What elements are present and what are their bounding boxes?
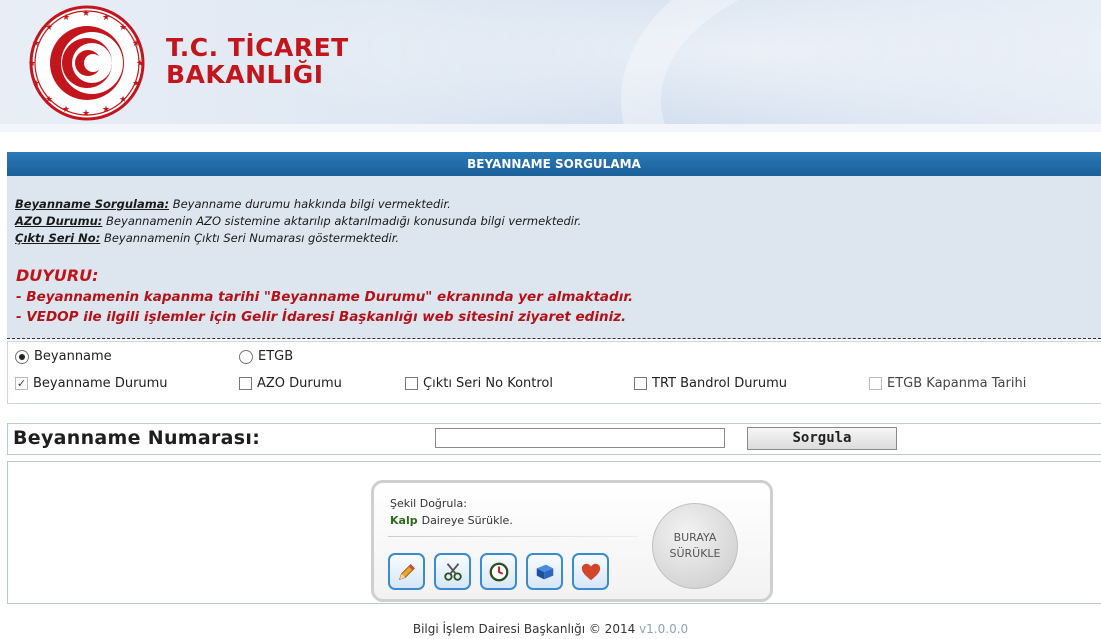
captcha-tile-pencil[interactable] <box>388 553 425 590</box>
captcha-tile-book[interactable] <box>526 553 563 590</box>
pencil-icon <box>398 563 415 580</box>
info-panel: Beyanname Sorgulama: Beyanname durumu ha… <box>7 176 1101 339</box>
checkbox-icon[interactable] <box>405 377 418 390</box>
info-term: Beyanname Sorgulama: <box>15 197 170 211</box>
svg-text:★: ★ <box>102 13 110 23</box>
brand-line-2: BAKANLIĞI <box>166 60 324 89</box>
svg-text:★: ★ <box>32 79 40 89</box>
radio-etgb[interactable]: ETGB <box>239 349 293 364</box>
info-desc: Beyanname durumu hakkında bilgi vermekte… <box>169 197 451 211</box>
announcement-line-1: - Beyannamenin kapanma tarihi "Beyanname… <box>16 289 634 305</box>
checkbox-label: Çıktı Seri No Kontrol <box>423 376 553 391</box>
captcha-target-text: Daireye Sürükle. <box>421 514 513 527</box>
checkbox-cikti-seri-no-kontrol[interactable]: Çıktı Seri No Kontrol <box>405 376 553 391</box>
svg-text:★: ★ <box>136 59 144 69</box>
svg-text:★: ★ <box>119 23 127 33</box>
checkbox-etgb-kapanma-tarihi: ETGB Kapanma Tarihi <box>869 376 1026 391</box>
info-desc: Beyannamenin AZO sistemine aktarılıp akt… <box>102 214 582 228</box>
book-icon <box>536 564 553 579</box>
captcha-drop-target[interactable]: BURAYA SÜRÜKLE <box>652 503 738 589</box>
svg-text:★: ★ <box>45 95 53 105</box>
checkbox-label: ETGB Kapanma Tarihi <box>887 376 1027 391</box>
brand-line-1: T.C. TİCARET <box>166 33 349 62</box>
checkbox-disabled-icon <box>869 377 882 390</box>
info-term: AZO Durumu: <box>15 214 103 228</box>
info-item-cikti-seri-no: Çıktı Seri No: Beyannamenin Çıktı Seri N… <box>15 231 399 245</box>
svg-text:★: ★ <box>119 95 127 105</box>
section-title-bar: BEYANNAME SORGULAMA <box>7 152 1101 176</box>
checkbox-icon[interactable] <box>239 377 252 390</box>
svg-text:★: ★ <box>102 105 110 115</box>
info-item-beyanname-sorgulama: Beyanname Sorgulama: Beyanname durumu ha… <box>15 197 451 211</box>
announcement-line-2: - VEDOP ile ilgili işlemler için Gelir İ… <box>16 309 627 325</box>
sorgula-button[interactable]: Sorgula <box>747 427 897 450</box>
scissors-icon <box>443 562 462 581</box>
radio-label: Beyanname <box>34 349 112 364</box>
captcha-tile-scissors[interactable] <box>434 553 471 590</box>
captcha-area: Şekil Doğrula: Kalp Daireye Sürükle. BUR… <box>7 461 1101 604</box>
checkbox-label: TRT Bandrol Durumu <box>652 376 787 391</box>
ministry-logo-icon: ★ ★ ★ ★ ★ ★ ★ ★ ★ ★ ★ ★ ★ ★ ★ ★ <box>28 5 145 121</box>
svg-text:★: ★ <box>45 23 53 33</box>
checkbox-label: AZO Durumu <box>257 376 342 391</box>
captcha-divider <box>388 536 638 537</box>
svg-text:★: ★ <box>28 59 36 69</box>
svg-text:★: ★ <box>132 79 140 89</box>
captcha-tile-heart[interactable] <box>572 553 609 590</box>
svg-text:★: ★ <box>82 109 90 119</box>
beyanname-number-label: Beyanname Numarası: <box>13 427 261 449</box>
ministry-name: T.C. TİCARET BAKANLIĞI <box>166 34 349 88</box>
svg-text:★: ★ <box>82 9 90 19</box>
radio-beyanname[interactable]: Beyanname <box>15 349 112 364</box>
svg-text:★: ★ <box>62 13 70 23</box>
radio-unselected-icon[interactable] <box>239 349 253 364</box>
shape-captcha: Şekil Doğrula: Kalp Daireye Sürükle. BUR… <box>371 480 773 602</box>
svg-text:★: ★ <box>32 39 40 49</box>
checkbox-checked-icon[interactable]: ✓ <box>15 377 28 390</box>
version-label: v1.0.0.0 <box>639 622 689 636</box>
checkbox-label: Beyanname Durumu <box>33 376 168 391</box>
info-item-azo-durumu: AZO Durumu: Beyannamenin AZO sistemine a… <box>15 214 581 228</box>
checkbox-trt-bandrol-durumu[interactable]: TRT Bandrol Durumu <box>634 376 787 391</box>
captcha-target: Kalp Daireye Sürükle. <box>390 514 513 527</box>
checkbox-beyanname-durumu[interactable]: ✓ Beyanname Durumu <box>15 376 168 391</box>
captcha-target-word: Kalp <box>390 514 418 527</box>
checkbox-azo-durumu[interactable]: AZO Durumu <box>239 376 342 391</box>
clock-icon <box>489 562 508 581</box>
search-bar: Beyanname Numarası: Sorgula <box>7 423 1101 455</box>
info-desc: Beyannamenin Çıktı Seri Numarası gösterm… <box>100 231 400 245</box>
site-header: ★ ★ ★ ★ ★ ★ ★ ★ ★ ★ ★ ★ ★ ★ ★ ★ T.C. TİCARET BAKANL… <box>0 0 1101 132</box>
checkbox-icon[interactable] <box>634 377 647 390</box>
drop-line-2: SÜRÜKLE <box>669 547 721 560</box>
header-decoration-arc <box>621 0 1101 132</box>
svg-text:★: ★ <box>132 39 140 49</box>
page-footer: Bilgi İşlem Dairesi Başkanlığı © 2014 v1… <box>0 622 1101 636</box>
captcha-tile-clock[interactable] <box>480 553 517 590</box>
drop-line-1: BURAYA <box>673 531 717 544</box>
beyanname-number-input[interactable] <box>435 428 725 448</box>
footer-text: Bilgi İşlem Dairesi Başkanlığı © 2014 <box>412 622 636 636</box>
heart-icon <box>581 563 600 580</box>
svg-text:★: ★ <box>62 105 70 115</box>
radio-label: ETGB <box>258 349 294 364</box>
query-options-panel: Beyanname ETGB ✓ Beyanname Durumu AZO Du… <box>7 341 1101 404</box>
info-term: Çıktı Seri No: <box>15 231 101 245</box>
radio-selected-icon[interactable] <box>15 349 29 364</box>
announcement-title: DUYURU: <box>16 266 99 285</box>
captcha-instruction: Şekil Doğrula: <box>390 497 467 510</box>
header-bottom-strip <box>0 124 1101 132</box>
